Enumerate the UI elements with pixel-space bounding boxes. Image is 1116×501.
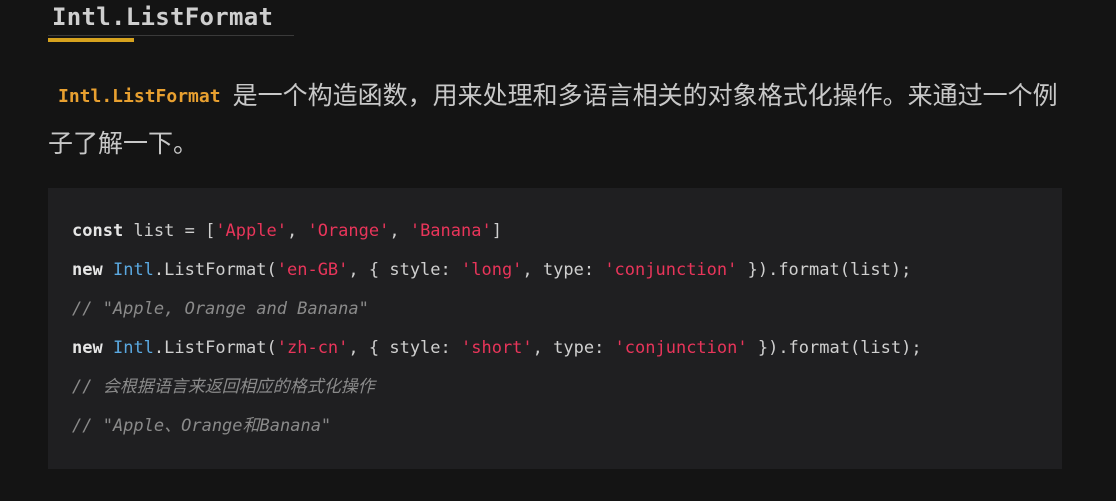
code-text: }).format(list); xyxy=(737,260,912,280)
string-literal: 'Orange' xyxy=(307,221,390,241)
code-text: }).format(list); xyxy=(747,338,922,358)
intro-paragraph: Intl.ListFormat 是一个构造函数，用来处理和多语言相关的对象格式化操… xyxy=(48,72,1078,167)
code-comment-3: // "Apple、Orange和Banana" xyxy=(72,416,332,436)
string-literal: 'zh-cn' xyxy=(276,338,349,358)
code-text: , xyxy=(286,221,308,241)
code-text: , xyxy=(389,221,410,241)
code-text: , { style: xyxy=(348,338,461,358)
code-text: ] xyxy=(491,221,502,241)
section-heading: Intl.ListFormat xyxy=(52,3,274,31)
keyword: new xyxy=(72,260,103,280)
code-line-2: new Intl.ListFormat('en-GB', { style: 'l… xyxy=(72,251,1062,290)
string-literal: 'Banana' xyxy=(409,221,492,241)
class-name: Intl xyxy=(112,338,154,358)
string-literal: 'conjunction' xyxy=(614,338,748,358)
code-comment-1: // "Apple, Orange and Banana" xyxy=(72,299,369,319)
string-literal: 'Apple' xyxy=(215,221,287,241)
code-text: .ListFormat( xyxy=(153,260,277,280)
section-heading-wrap: Intl.ListFormat xyxy=(48,0,294,43)
code-line-4: new Intl.ListFormat('zh-cn', { style: 's… xyxy=(72,329,1062,368)
code-text: list = [ xyxy=(123,221,216,241)
code-line-1: const list = ['Apple', 'Orange', 'Banana… xyxy=(72,212,1062,251)
code-block: const list = ['Apple', 'Orange', 'Banana… xyxy=(48,188,1062,469)
string-literal: 'en-GB' xyxy=(276,260,349,280)
heading-underline xyxy=(48,35,294,36)
inline-code: Intl.ListFormat xyxy=(58,86,221,107)
code-text: , type: xyxy=(532,338,615,358)
class-name: Intl xyxy=(112,260,154,280)
keyword: const xyxy=(72,221,124,241)
code-comment-2: // 会根据语言来返回相应的格式化操作 xyxy=(72,377,375,397)
heading-accent-bar xyxy=(48,38,134,42)
string-literal: 'short' xyxy=(461,338,533,358)
string-literal: 'long' xyxy=(461,260,523,280)
code-text: .ListFormat( xyxy=(153,338,277,358)
keyword: new xyxy=(72,338,103,358)
code-text: , { style: xyxy=(348,260,461,280)
code-text: , type: xyxy=(522,260,605,280)
string-literal: 'conjunction' xyxy=(604,260,738,280)
